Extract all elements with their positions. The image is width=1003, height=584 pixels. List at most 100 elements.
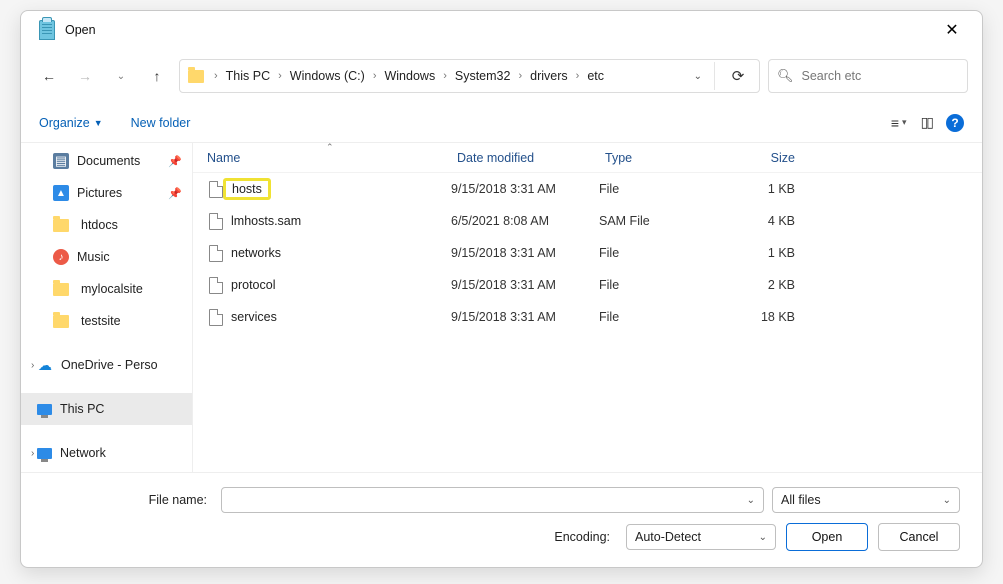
- view-menu[interactable]: ≡ ▾: [891, 115, 907, 131]
- folder-icon: [53, 315, 69, 328]
- file-name: networks: [231, 246, 281, 260]
- network-icon: [37, 448, 52, 459]
- sidebar-item-testsite[interactable]: testsite: [21, 305, 192, 337]
- nav-row: ← → ⌄ ↑ › This PC › Windows (C:) › Windo…: [21, 49, 982, 103]
- sidebar-item-label: Pictures: [77, 186, 122, 200]
- file-row[interactable]: networks9/15/2018 3:31 AMFile1 KB: [193, 237, 982, 269]
- sidebar-item-label: This PC: [60, 402, 104, 416]
- file-date: 9/15/2018 3:31 AM: [451, 246, 599, 260]
- file-icon: [209, 277, 223, 294]
- file-size: 2 KB: [715, 278, 801, 292]
- forward-button[interactable]: →: [71, 62, 99, 90]
- file-name: protocol: [231, 278, 275, 292]
- breadcrumb[interactable]: etc: [585, 69, 606, 83]
- chevron-icon[interactable]: ›: [574, 70, 582, 82]
- filename-combo[interactable]: ⌄: [221, 487, 764, 513]
- sidebar-item-thispc[interactable]: This PC: [21, 393, 192, 425]
- chevron-icon[interactable]: ›: [371, 70, 379, 82]
- cancel-button[interactable]: Cancel: [878, 523, 960, 551]
- sidebar-item-label: mylocalsite: [81, 282, 143, 296]
- file-name: services: [231, 310, 277, 324]
- expand-icon[interactable]: ›: [31, 448, 34, 459]
- file-date: 9/15/2018 3:31 AM: [451, 278, 599, 292]
- recent-dropdown[interactable]: ⌄: [107, 62, 135, 90]
- file-row[interactable]: lmhosts.sam6/5/2021 8:08 AMSAM File4 KB: [193, 205, 982, 237]
- music-icon: ♪: [53, 249, 69, 265]
- sidebar-item-label: Documents: [77, 154, 140, 168]
- folder-icon: [53, 283, 69, 296]
- open-button[interactable]: Open: [786, 523, 868, 551]
- sidebar-item-label: OneDrive - Perso: [61, 358, 158, 372]
- encoding-combo[interactable]: Auto-Detect ⌄: [626, 524, 776, 550]
- sidebar-item-htdocs[interactable]: htdocs: [21, 209, 192, 241]
- file-icon: [209, 245, 223, 262]
- file-type: File: [599, 310, 715, 324]
- file-size: 18 KB: [715, 310, 801, 324]
- file-size: 1 KB: [715, 182, 801, 196]
- column-headers: ⌃ Name Date modified Type Size: [193, 143, 982, 173]
- breadcrumb[interactable]: drivers: [528, 69, 570, 83]
- sidebar-item-mylocalsite[interactable]: mylocalsite: [21, 273, 192, 305]
- sidebar-item-onedrive[interactable]: › ☁ OneDrive - Perso: [21, 349, 192, 381]
- file-size: 1 KB: [715, 246, 801, 260]
- search-box[interactable]: 🔍︎: [768, 59, 968, 93]
- pictures-icon: ▲: [53, 185, 69, 201]
- new-folder-button[interactable]: New folder: [131, 116, 191, 130]
- encoding-value: Auto-Detect: [635, 530, 701, 544]
- up-button[interactable]: ↑: [143, 62, 171, 90]
- sidebar-item-label: Network: [60, 446, 106, 460]
- organize-menu[interactable]: Organize ▼: [39, 116, 103, 130]
- filetype-combo[interactable]: All files ⌄: [772, 487, 960, 513]
- sidebar-item-music[interactable]: ♪ Music: [21, 241, 192, 273]
- search-icon: 🔍︎: [777, 68, 794, 84]
- chevron-icon[interactable]: ›: [276, 70, 284, 82]
- breadcrumb[interactable]: Windows: [382, 69, 437, 83]
- sidebar-item-pictures[interactable]: ▲ Pictures 📌: [21, 177, 192, 209]
- preview-pane-button[interactable]: ▯▯: [921, 114, 932, 131]
- file-pane: ⌃ Name Date modified Type Size hosts9/15…: [193, 143, 982, 472]
- file-icon: [209, 213, 223, 230]
- sidebar-item-label: htdocs: [81, 218, 118, 232]
- file-date: 9/15/2018 3:31 AM: [451, 310, 599, 324]
- column-type[interactable]: Type: [599, 151, 715, 165]
- sort-asc-icon: ⌃: [326, 142, 334, 153]
- address-dropdown[interactable]: ⌄: [690, 71, 706, 82]
- new-folder-label: New folder: [131, 116, 191, 130]
- folder-icon: [53, 219, 69, 232]
- close-button[interactable]: ✕: [930, 15, 974, 45]
- file-type: File: [599, 182, 715, 196]
- sidebar-item-documents[interactable]: ▤ Documents 📌: [21, 145, 192, 177]
- chevron-down-icon: ⌄: [747, 495, 755, 506]
- column-size[interactable]: Size: [715, 151, 801, 165]
- encoding-label: Encoding:: [554, 530, 616, 544]
- file-name: lmhosts.sam: [231, 214, 301, 228]
- sidebar: ▤ Documents 📌 ▲ Pictures 📌 htdocs ♪ Musi…: [21, 143, 193, 472]
- organize-label: Organize: [39, 116, 90, 130]
- file-row[interactable]: hosts9/15/2018 3:31 AMFile1 KB: [193, 173, 982, 205]
- chevron-icon[interactable]: ›: [441, 70, 449, 82]
- help-button[interactable]: ?: [946, 114, 964, 132]
- file-date: 9/15/2018 3:31 AM: [451, 182, 599, 196]
- chevron-icon[interactable]: ›: [516, 70, 524, 82]
- back-button[interactable]: ←: [35, 62, 63, 90]
- document-icon: ▤: [53, 153, 69, 169]
- search-input[interactable]: [802, 69, 963, 83]
- breadcrumb[interactable]: This PC: [224, 69, 272, 83]
- breadcrumb[interactable]: System32: [453, 69, 513, 83]
- expand-icon[interactable]: ›: [31, 360, 34, 371]
- file-row[interactable]: protocol9/15/2018 3:31 AMFile2 KB: [193, 269, 982, 301]
- address-bar[interactable]: › This PC › Windows (C:) › Windows › Sys…: [179, 59, 760, 93]
- sidebar-item-label: testsite: [81, 314, 121, 328]
- file-row[interactable]: services 9/15/2018 3:31 AMFile18 KB: [193, 301, 982, 333]
- column-name[interactable]: ⌃ Name: [201, 151, 451, 165]
- chevron-down-icon: ▼: [94, 118, 103, 128]
- breadcrumb[interactable]: Windows (C:): [288, 69, 367, 83]
- file-list: hosts9/15/2018 3:31 AMFile1 KBlmhosts.sa…: [193, 173, 982, 472]
- refresh-button[interactable]: ⟳: [723, 61, 753, 91]
- column-date[interactable]: Date modified: [451, 151, 599, 165]
- chevron-icon[interactable]: ›: [212, 70, 220, 82]
- sidebar-item-network[interactable]: › Network: [21, 437, 192, 469]
- sidebar-item-label: Music: [77, 250, 110, 264]
- file-size: 4 KB: [715, 214, 801, 228]
- filename-label: File name:: [43, 493, 213, 507]
